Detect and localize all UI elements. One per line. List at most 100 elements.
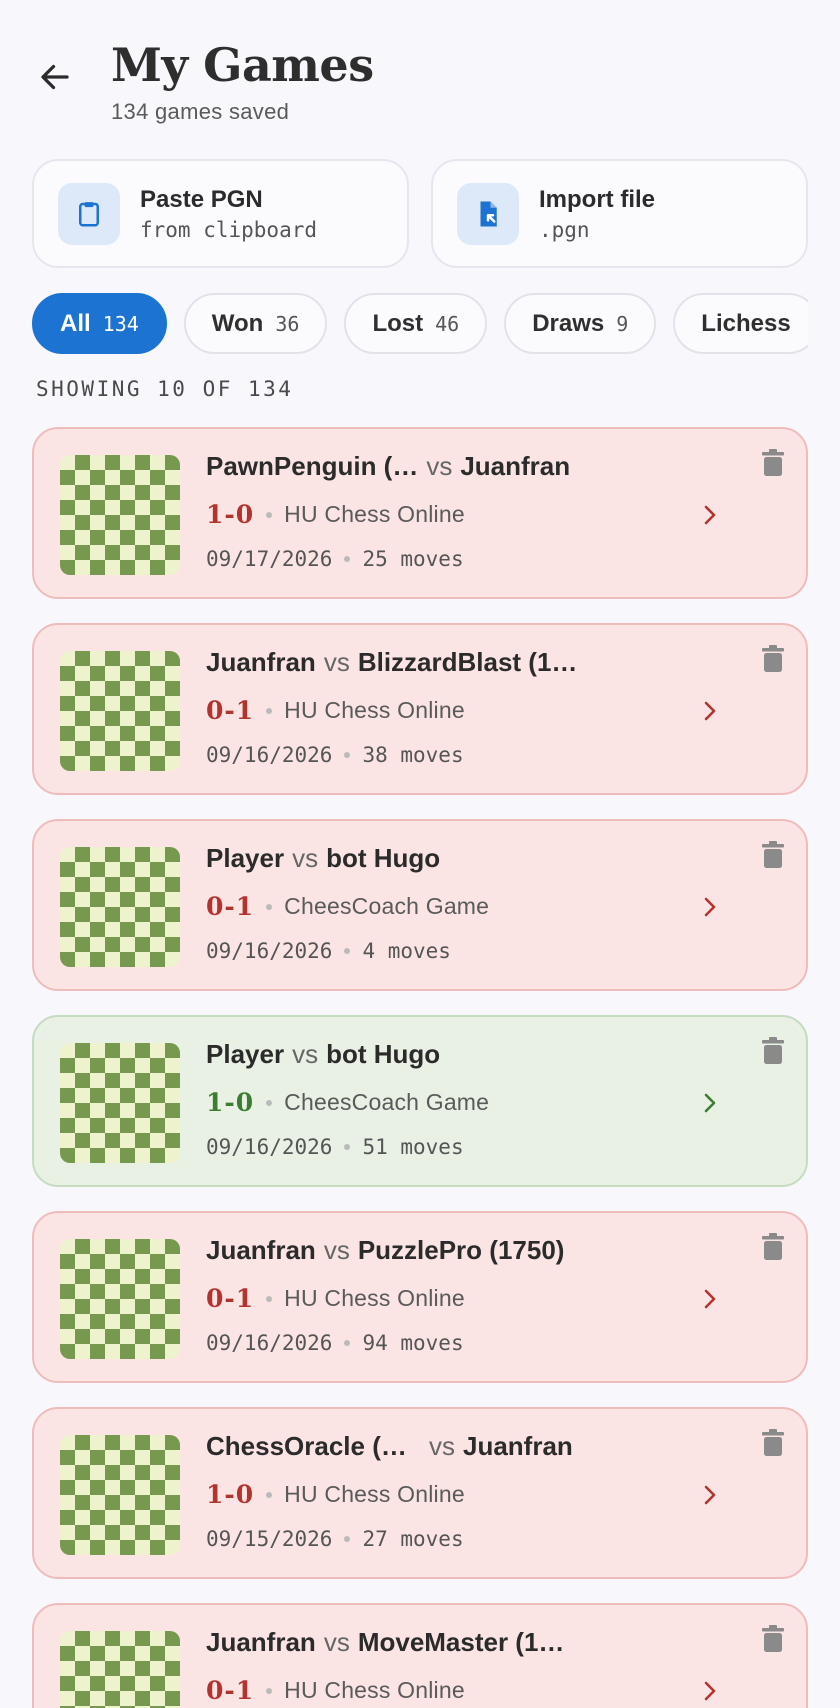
clipboard-icon <box>58 182 120 245</box>
delete-game-button[interactable] <box>758 839 788 871</box>
trash-icon <box>762 1429 784 1456</box>
delete-game-button[interactable] <box>758 643 788 675</box>
move-count: 27 moves <box>362 1527 464 1551</box>
delete-game-button[interactable] <box>758 1427 788 1459</box>
chip-label: Draws <box>532 309 605 337</box>
chip-label: Won <box>211 309 264 337</box>
trash-icon <box>762 449 784 476</box>
delete-game-button[interactable] <box>758 447 788 479</box>
game-info: 09/16/2026 4 moves <box>206 939 451 963</box>
game-result: 1-0 <box>206 500 255 529</box>
chevron-right-icon <box>704 1485 716 1505</box>
black-player: PuzzlePro (1750) <box>357 1235 565 1265</box>
import-file-sublabel: .pgn <box>539 217 590 242</box>
board-thumbnail <box>60 1631 180 1708</box>
board-thumbnail <box>60 1435 180 1555</box>
paste-pgn-button[interactable]: Paste PGN from clipboard <box>32 159 409 268</box>
game-card[interactable]: Juanfran vs BlizzardBlast (1… 0-1 HU Che… <box>32 623 808 795</box>
chevron-right-icon <box>704 505 716 525</box>
delete-game-button[interactable] <box>758 1231 788 1263</box>
vs-label: vs <box>292 1039 319 1069</box>
chip-label: Lichess <box>701 309 791 337</box>
board-thumbnail <box>60 1043 180 1163</box>
game-date: 09/17/2026 <box>206 547 333 571</box>
game-source: HU Chess Online <box>284 501 465 527</box>
header: My Games 134 games saved <box>0 0 840 140</box>
back-button[interactable] <box>30 52 80 102</box>
game-source: HU Chess Online <box>284 1677 465 1703</box>
filter-chip-won[interactable]: Won 36 <box>183 293 328 354</box>
separator-dot <box>266 707 273 714</box>
file-import-icon <box>457 182 519 245</box>
separator-dot <box>344 1340 351 1346</box>
game-players: PawnPenguin (… vs Juanfran <box>206 451 706 482</box>
game-players: Juanfran vs BlizzardBlast (1… <box>206 647 706 678</box>
separator-dot <box>266 511 273 518</box>
open-game-button[interactable] <box>698 1481 722 1509</box>
filter-chip-lichess[interactable]: Lichess <box>673 293 808 354</box>
open-game-button[interactable] <box>698 1089 722 1117</box>
game-card[interactable]: Juanfran vs PuzzlePro (1750) 0-1 HU Ches… <box>32 1211 808 1383</box>
game-result: 0-1 <box>206 1284 255 1313</box>
vs-label: vs <box>323 1235 350 1265</box>
game-result: 0-1 <box>206 1676 255 1705</box>
trash-icon <box>762 1625 784 1652</box>
games-count-subtitle: 134 games saved <box>111 99 290 124</box>
game-players: Juanfran vs PuzzlePro (1750) <box>206 1235 706 1266</box>
game-result: 1-0 <box>206 1088 255 1117</box>
game-card[interactable]: Player vs bot Hugo 0-1 CheesCoach Game 0… <box>32 819 808 991</box>
move-count: 38 moves <box>362 743 464 767</box>
separator-dot <box>344 1536 351 1542</box>
trash-icon <box>762 1037 784 1064</box>
game-card[interactable]: Player vs bot Hugo 1-0 CheesCoach Game 0… <box>32 1015 808 1187</box>
chip-count: 9 <box>616 311 629 336</box>
game-meta: 1-0 HU Chess Online <box>206 1480 465 1509</box>
game-source: HU Chess Online <box>284 697 465 723</box>
filter-chip-all[interactable]: All 134 <box>32 293 167 354</box>
trash-icon <box>762 841 784 868</box>
import-actions: Paste PGN from clipboard Import file .pg… <box>32 159 808 268</box>
move-count: 25 moves <box>362 547 464 571</box>
white-player: Juanfran <box>206 1627 316 1657</box>
open-game-button[interactable] <box>698 1677 722 1705</box>
filter-chip-lost[interactable]: Lost 46 <box>344 293 488 354</box>
vs-label: vs <box>292 843 319 873</box>
board-thumbnail <box>60 651 180 771</box>
game-source: HU Chess Online <box>284 1481 465 1507</box>
import-file-button[interactable]: Import file .pgn <box>431 159 808 268</box>
game-meta: 1-0 CheesCoach Game <box>206 1088 489 1117</box>
open-game-button[interactable] <box>698 501 722 529</box>
chevron-right-icon <box>704 701 716 721</box>
paste-pgn-sublabel: from clipboard <box>140 217 318 242</box>
game-result: 0-1 <box>206 892 255 921</box>
vs-label: vs <box>429 1431 455 1461</box>
paste-pgn-label: Paste PGN <box>140 185 263 213</box>
game-meta: 0-1 HU Chess Online <box>206 1676 465 1705</box>
vs-label: vs <box>323 1627 350 1657</box>
game-date: 09/16/2026 <box>206 1135 333 1159</box>
game-result: 0-1 <box>206 696 255 725</box>
game-meta: 0-1 HU Chess Online <box>206 696 465 725</box>
game-result: 1-0 <box>206 1480 255 1509</box>
game-card[interactable]: ChessOracle (1… vs Juanfran 1-0 HU Chess… <box>32 1407 808 1579</box>
game-date: 09/16/2026 <box>206 939 333 963</box>
open-game-button[interactable] <box>698 893 722 921</box>
separator-dot <box>266 903 273 910</box>
chip-count: 36 <box>275 311 300 336</box>
game-date: 09/15/2026 <box>206 1527 333 1551</box>
game-date: 09/16/2026 <box>206 1331 333 1355</box>
open-game-button[interactable] <box>698 697 722 725</box>
game-info: 09/15/2026 27 moves <box>206 1527 464 1551</box>
game-card[interactable]: Juanfran vs MoveMaster (1… 0-1 HU Chess … <box>32 1603 808 1708</box>
delete-game-button[interactable] <box>758 1035 788 1067</box>
chevron-right-icon <box>704 1093 716 1113</box>
delete-game-button[interactable] <box>758 1623 788 1655</box>
white-player: Juanfran <box>206 1235 316 1265</box>
open-game-button[interactable] <box>698 1285 722 1313</box>
arrow-left-icon <box>41 64 69 90</box>
white-player: Juanfran <box>206 647 316 677</box>
filter-chip-draws[interactable]: Draws 9 <box>504 293 657 354</box>
game-card[interactable]: PawnPenguin (… vs Juanfran 1-0 HU Chess … <box>32 427 808 599</box>
game-source: CheesCoach Game <box>284 893 490 919</box>
white-player: Player <box>206 843 285 873</box>
